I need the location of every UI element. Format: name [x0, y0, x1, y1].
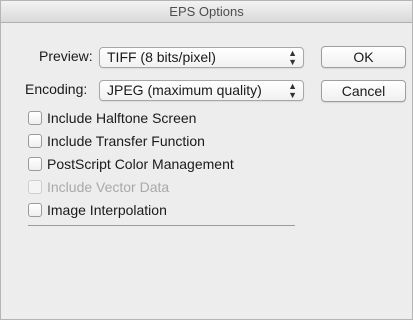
ok-button[interactable]: OK — [321, 46, 406, 68]
include-vector-data-checkbox — [28, 180, 42, 194]
postscript-color-management-checkbox[interactable] — [28, 157, 42, 171]
encoding-popup[interactable]: JPEG (maximum quality) ▲ ▼ — [99, 80, 304, 101]
preview-value: TIFF (8 bits/pixel) — [107, 49, 216, 65]
include-vector-data-checkbox-row: Include Vector Data — [28, 178, 169, 196]
dialog-title: EPS Options — [1, 1, 412, 23]
cancel-button[interactable]: Cancel — [321, 80, 406, 102]
popup-arrows-icon: ▲ ▼ — [288, 80, 297, 100]
encoding-value: JPEG (maximum quality) — [107, 82, 262, 98]
image-interpolation-checkbox[interactable] — [28, 203, 42, 217]
divider — [28, 225, 295, 226]
include-transfer-function-checkbox[interactable] — [28, 134, 42, 148]
image-interpolation-checkbox-row[interactable]: Image Interpolation — [28, 201, 167, 219]
include-vector-data-label: Include Vector Data — [47, 179, 170, 195]
encoding-label: Encoding: — [25, 81, 88, 97]
preview-label: Preview: — [39, 48, 93, 64]
eps-options-dialog: EPS Options Preview: TIFF (8 bits/pixel)… — [0, 0, 413, 320]
include-transfer-function-label: Include Transfer Function — [47, 133, 205, 149]
include-halftone-screen-checkbox[interactable] — [28, 111, 42, 125]
postscript-color-management-label: PostScript Color Management — [47, 156, 234, 172]
include-halftone-screen-label: Include Halftone Screen — [47, 110, 197, 126]
popup-arrows-icon: ▲ ▼ — [288, 47, 297, 67]
include-transfer-function-checkbox-row[interactable]: Include Transfer Function — [28, 132, 205, 150]
postscript-color-management-checkbox-row[interactable]: PostScript Color Management — [28, 155, 234, 173]
preview-popup[interactable]: TIFF (8 bits/pixel) ▲ ▼ — [99, 47, 304, 68]
image-interpolation-label: Image Interpolation — [47, 202, 167, 218]
include-halftone-screen-checkbox-row[interactable]: Include Halftone Screen — [28, 109, 196, 127]
